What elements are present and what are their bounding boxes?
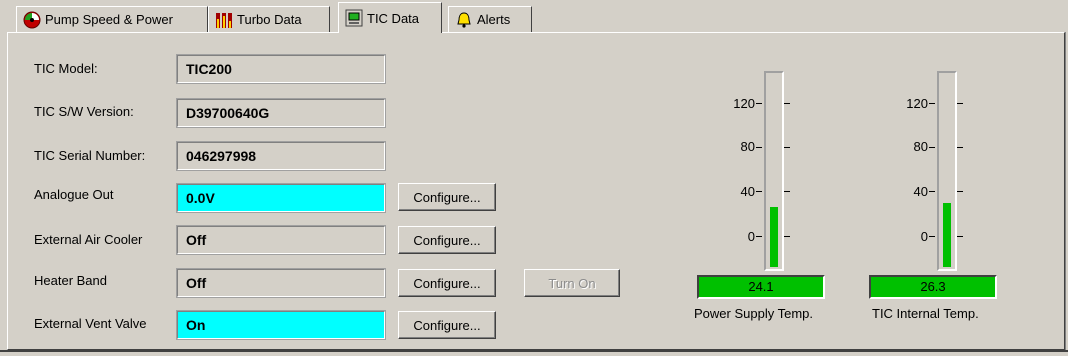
monitor-icon bbox=[345, 9, 363, 27]
configure-vent-valve-button[interactable]: Configure... bbox=[398, 311, 496, 339]
tic-internal-temp-caption: TIC Internal Temp. bbox=[872, 306, 979, 321]
bar-graph-icon bbox=[215, 11, 233, 29]
tic-sw-version-label: TIC S/W Version: bbox=[34, 104, 134, 119]
gauge-tick-label: 40 bbox=[740, 184, 755, 199]
gauge-tick-label: 40 bbox=[913, 184, 928, 199]
gauge-tick bbox=[929, 236, 935, 237]
speed-gauge-icon bbox=[23, 11, 41, 29]
gauge-tick bbox=[756, 147, 762, 148]
power-supply-temp-caption: Power Supply Temp. bbox=[694, 306, 813, 321]
gauge-tick bbox=[957, 236, 963, 237]
tab-label: TIC Data bbox=[367, 10, 420, 26]
external-vent-valve-field: On bbox=[176, 310, 386, 340]
tic-model-label: TIC Model: bbox=[34, 61, 98, 76]
gauge-tick bbox=[756, 236, 762, 237]
gauge-tick bbox=[784, 147, 790, 148]
gauge-tick bbox=[784, 236, 790, 237]
gauge-tick-label: 120 bbox=[906, 96, 928, 111]
tic-internal-temp-readout: 26.3 bbox=[869, 275, 997, 299]
tic-data-panel: TIC Model: TIC200 TIC S/W Version: D3970… bbox=[7, 32, 1065, 350]
tab-bar: Pump Speed & Power Turbo Data TIC Data A… bbox=[0, 0, 1068, 33]
gauge-tick bbox=[784, 191, 790, 192]
analogue-out-field: 0.0V bbox=[176, 183, 386, 213]
tab-label: Turbo Data bbox=[237, 12, 302, 27]
gauge-tube bbox=[764, 71, 784, 271]
turn-on-button[interactable]: Turn On bbox=[524, 269, 620, 297]
frame-edge bbox=[0, 350, 1068, 352]
tab-label: Pump Speed & Power bbox=[45, 12, 173, 27]
configure-analogue-out-button[interactable]: Configure... bbox=[398, 183, 496, 211]
gauge-tick bbox=[756, 191, 762, 192]
power-supply-temp-readout: 24.1 bbox=[697, 275, 825, 299]
gauge-tick bbox=[957, 147, 963, 148]
gauge-tick bbox=[756, 103, 762, 104]
gauge-tick-label: 80 bbox=[740, 139, 755, 154]
tic-serial-field: 046297998 bbox=[176, 141, 386, 171]
gauge-tick bbox=[784, 103, 790, 104]
gauge-tick bbox=[929, 191, 935, 192]
external-air-cooler-label: External Air Cooler bbox=[34, 232, 143, 247]
gauge-tick-label: 120 bbox=[733, 96, 755, 111]
gauge-fill bbox=[943, 203, 951, 267]
heater-band-field: Off bbox=[176, 268, 386, 298]
gauge-tick-label: 0 bbox=[920, 229, 928, 244]
external-air-cooler-field: Off bbox=[176, 225, 386, 255]
gauge-tube bbox=[937, 71, 957, 271]
gauge-tick bbox=[957, 191, 963, 192]
tab-pump-speed-power[interactable]: Pump Speed & Power bbox=[16, 6, 208, 32]
tic-model-field: TIC200 bbox=[176, 54, 386, 84]
tic-serial-label: TIC Serial Number: bbox=[34, 148, 146, 163]
tic-sw-version-field: D39700640G bbox=[176, 98, 386, 128]
gauge-tick bbox=[929, 103, 935, 104]
tab-alerts[interactable]: Alerts bbox=[448, 6, 532, 32]
gauge-tick bbox=[957, 103, 963, 104]
gauge-fill bbox=[770, 207, 778, 267]
tab-tic-data[interactable]: TIC Data bbox=[338, 2, 442, 33]
tab-label: Alerts bbox=[477, 12, 511, 27]
configure-air-cooler-button[interactable]: Configure... bbox=[398, 226, 496, 254]
gauge-tick-label: 0 bbox=[747, 229, 755, 244]
configure-heater-band-button[interactable]: Configure... bbox=[398, 269, 496, 297]
gauge-tick-label: 80 bbox=[913, 139, 928, 154]
external-vent-valve-label: External Vent Valve bbox=[34, 316, 147, 331]
bell-icon bbox=[455, 11, 473, 29]
heater-band-label: Heater Band bbox=[34, 273, 107, 288]
analogue-out-label: Analogue Out bbox=[34, 187, 114, 202]
gauge-tick bbox=[929, 147, 935, 148]
tab-turbo-data[interactable]: Turbo Data bbox=[208, 6, 330, 32]
